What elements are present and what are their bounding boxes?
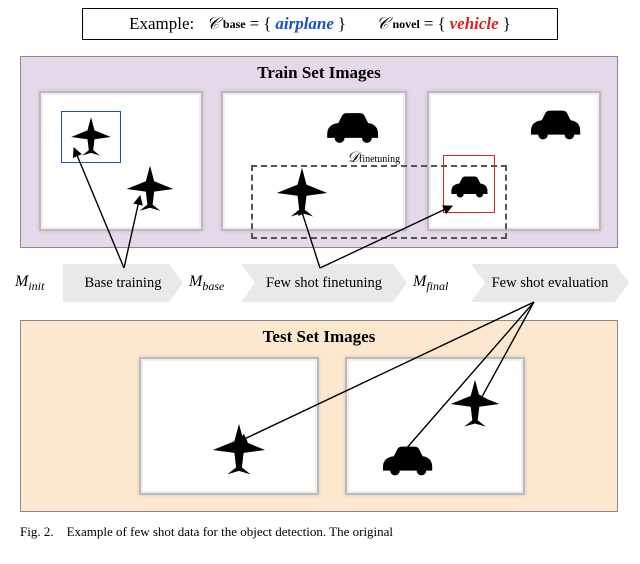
airplane-icon xyxy=(119,163,181,215)
test-panel: Test Set Images xyxy=(20,320,618,512)
pipeline-step1-text: Base training xyxy=(85,275,162,292)
lbrace2: { xyxy=(437,14,445,34)
m-init-label: Minit xyxy=(15,273,44,294)
pipeline-step-base-training: Base training xyxy=(63,264,183,302)
m-base-label: Mbase xyxy=(189,273,224,294)
airplane-icon xyxy=(65,115,117,159)
pipeline-step-fewshot-eval: Few shot evaluation xyxy=(471,264,629,302)
c-novel-sub: novel xyxy=(393,17,420,32)
pipeline-step-fewshot-finetune: Few shot finetuning xyxy=(241,264,407,302)
train-panel-title: Train Set Images xyxy=(21,63,617,83)
car-icon xyxy=(377,441,437,481)
figure-number: Fig. 2. xyxy=(20,524,54,539)
car-icon xyxy=(321,109,383,147)
c-base-sub: base xyxy=(223,17,246,32)
m-final-label: Mfinal xyxy=(413,273,448,294)
test-image-2 xyxy=(345,357,525,495)
example-legend: Example: 𝒞base = {airplane} 𝒞novel = {ve… xyxy=(82,8,558,40)
rbrace2: } xyxy=(503,14,511,34)
figure-caption-text: Example of few shot data for the object … xyxy=(67,524,393,539)
rbrace1: } xyxy=(338,14,346,34)
train-image-1 xyxy=(39,91,203,231)
eq2: = xyxy=(424,14,434,34)
d-finetune-sub: finetuning xyxy=(359,154,400,165)
finetuning-subset-label: 𝒟finetuning xyxy=(347,149,400,167)
c-novel-symbol: 𝒞 xyxy=(376,14,388,34)
test-image-1 xyxy=(139,357,319,495)
finetuning-subset-box xyxy=(251,165,507,239)
figure-caption: Fig. 2. Example of few shot data for the… xyxy=(20,524,620,540)
train-panel: Train Set Images 𝒟finetuning xyxy=(20,56,618,248)
car-icon xyxy=(525,107,585,143)
lbrace1: { xyxy=(263,14,271,34)
airplane-icon xyxy=(443,377,507,431)
c-base-symbol: 𝒞 xyxy=(207,14,219,34)
pipeline: Minit Base training Mbase Few shot finet… xyxy=(15,264,625,302)
class-vehicle: vehicle xyxy=(450,14,499,34)
d-finetune-symbol: 𝒟 xyxy=(347,150,359,166)
example-prefix: Example: xyxy=(129,14,194,34)
airplane-icon xyxy=(205,421,273,479)
test-panel-title: Test Set Images xyxy=(21,327,617,347)
eq1: = xyxy=(250,14,260,34)
class-airplane: airplane xyxy=(275,14,334,34)
pipeline-step2-text: Few shot finetuning xyxy=(266,275,382,292)
pipeline-step3-text: Few shot evaluation xyxy=(492,275,609,292)
